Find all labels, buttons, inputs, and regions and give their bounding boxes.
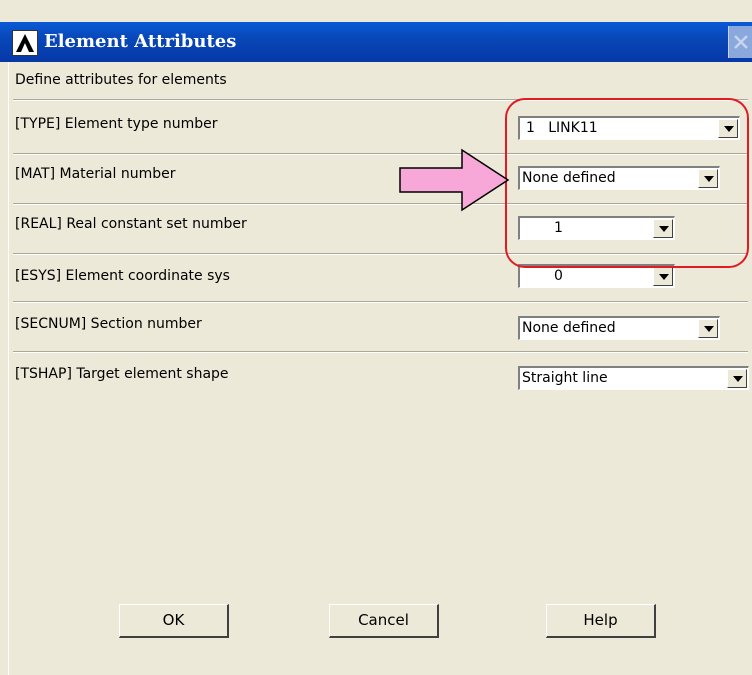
secnum-label: [SECNUM] Section number <box>15 316 202 332</box>
pointer-arrow-icon <box>399 148 510 212</box>
type-label: [TYPE] Element type number <box>15 116 218 132</box>
mat-label: [MAT] Material number <box>15 166 176 182</box>
chevron-down-icon[interactable] <box>727 369 747 388</box>
secnum-combo[interactable]: None defined <box>518 316 720 340</box>
esys-label: [ESYS] Element coordinate sys <box>15 268 230 284</box>
chevron-down-icon[interactable] <box>698 319 718 338</box>
secnum-value: None defined <box>522 320 616 336</box>
help-button[interactable]: Help <box>546 604 656 638</box>
chevron-down-icon[interactable] <box>653 267 673 286</box>
close-button[interactable] <box>728 26 752 58</box>
separator <box>13 302 748 303</box>
highlight-box <box>505 98 749 268</box>
dialog-header: Define attributes for elements <box>15 72 227 88</box>
dialog-window: Element Attributes Define attributes for… <box>0 0 752 675</box>
tshap-label: [TSHAP] Target element shape <box>15 366 229 382</box>
separator <box>13 352 748 353</box>
real-label: [REAL] Real constant set number <box>15 216 247 232</box>
tshap-combo[interactable]: Straight line <box>518 366 749 390</box>
title-bar[interactable]: Element Attributes <box>0 22 752 62</box>
tshap-value: Straight line <box>522 370 608 386</box>
esys-value: 0 <box>554 268 563 284</box>
window-title: Element Attributes <box>44 31 237 52</box>
ok-button[interactable]: OK <box>119 604 229 638</box>
close-icon <box>734 35 748 49</box>
ansys-logo-icon <box>12 30 38 56</box>
cancel-button[interactable]: Cancel <box>329 604 439 638</box>
